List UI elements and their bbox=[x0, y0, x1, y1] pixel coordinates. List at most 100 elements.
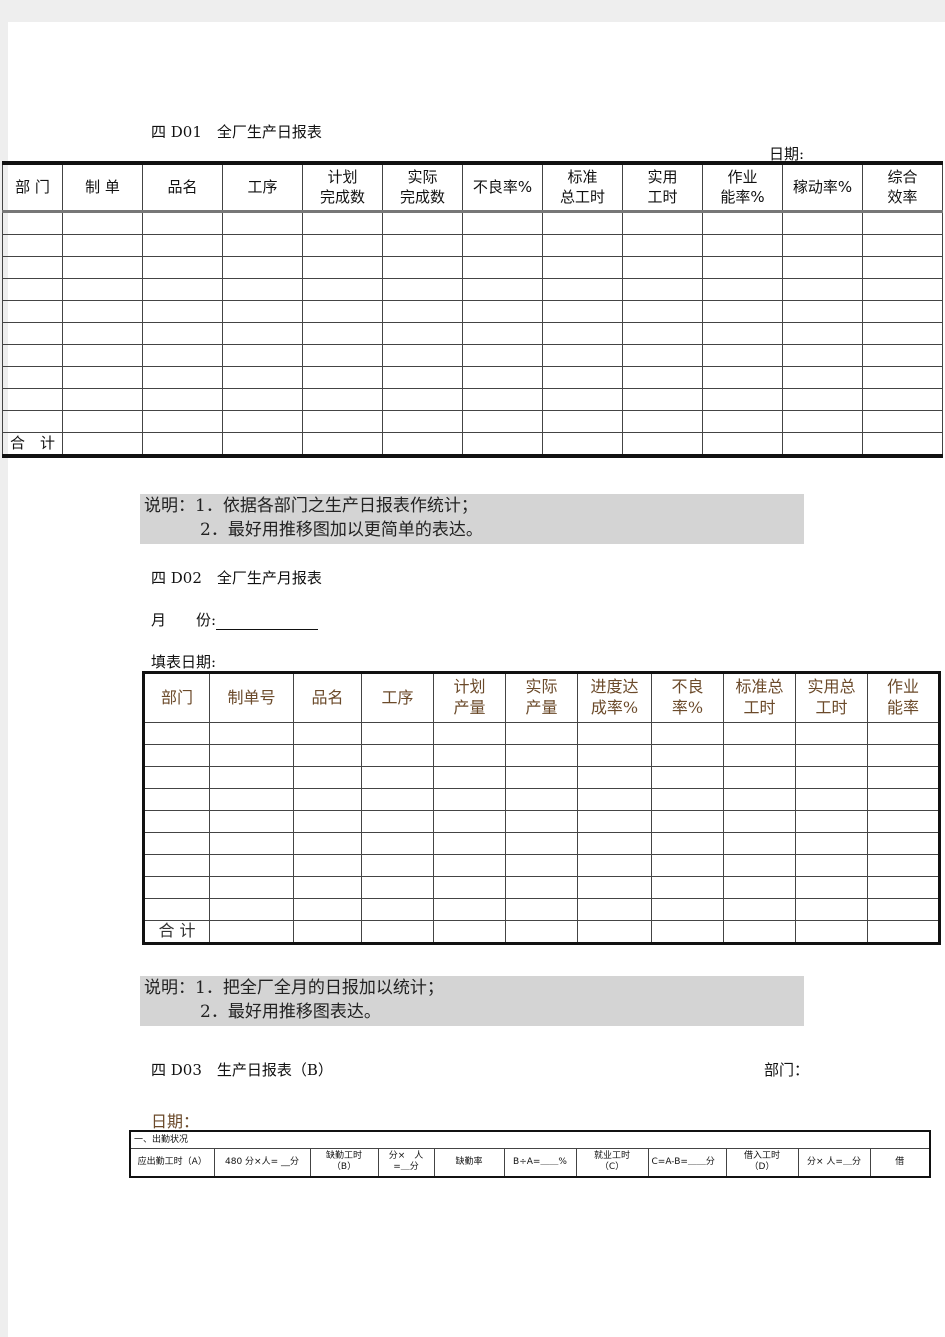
table-cell[interactable] bbox=[542, 388, 623, 411]
table-cell[interactable] bbox=[433, 832, 506, 855]
table-cell[interactable] bbox=[542, 234, 623, 257]
table-cell[interactable] bbox=[867, 810, 940, 833]
table-cell[interactable] bbox=[209, 832, 294, 855]
table-cell[interactable] bbox=[433, 722, 506, 745]
table-cell[interactable] bbox=[142, 256, 223, 279]
table-cell[interactable] bbox=[651, 920, 724, 944]
table-cell[interactable] bbox=[293, 832, 362, 855]
table-cell[interactable] bbox=[795, 788, 868, 811]
table-cell[interactable] bbox=[795, 898, 868, 921]
table-cell[interactable] bbox=[867, 920, 940, 944]
table-cell[interactable] bbox=[462, 388, 543, 411]
table-cell[interactable] bbox=[433, 876, 506, 899]
table-cell[interactable] bbox=[462, 234, 543, 257]
table-cell[interactable] bbox=[462, 256, 543, 279]
table-cell[interactable] bbox=[782, 256, 863, 279]
table-cell[interactable] bbox=[862, 278, 943, 301]
table-cell[interactable] bbox=[505, 832, 578, 855]
table-cell[interactable] bbox=[302, 211, 383, 235]
table-cell[interactable] bbox=[2, 388, 63, 411]
table-cell[interactable] bbox=[723, 722, 796, 745]
table-cell[interactable] bbox=[702, 234, 783, 257]
table-cell[interactable] bbox=[542, 211, 623, 235]
table-cell[interactable] bbox=[542, 278, 623, 301]
table-cell[interactable] bbox=[142, 388, 223, 411]
table-cell[interactable] bbox=[782, 234, 863, 257]
table-cell[interactable] bbox=[651, 898, 724, 921]
table-cell[interactable] bbox=[462, 344, 543, 367]
table-cell[interactable] bbox=[142, 278, 223, 301]
table-cell[interactable] bbox=[142, 432, 223, 457]
table-cell[interactable] bbox=[142, 366, 223, 389]
table-cell[interactable] bbox=[577, 722, 652, 745]
table-cell[interactable] bbox=[2, 344, 63, 367]
table-cell[interactable] bbox=[433, 766, 506, 789]
table-cell[interactable] bbox=[867, 876, 940, 899]
table-cell[interactable] bbox=[862, 300, 943, 323]
table-cell[interactable] bbox=[143, 810, 210, 833]
table-cell[interactable] bbox=[782, 300, 863, 323]
table-cell[interactable] bbox=[433, 920, 506, 944]
table-cell[interactable] bbox=[143, 832, 210, 855]
table-cell[interactable] bbox=[209, 920, 294, 944]
table-cell[interactable] bbox=[723, 766, 796, 789]
table-cell[interactable] bbox=[361, 788, 434, 811]
table-cell[interactable] bbox=[862, 234, 943, 257]
table-cell[interactable] bbox=[782, 278, 863, 301]
table-cell[interactable] bbox=[62, 344, 143, 367]
table-cell[interactable] bbox=[62, 388, 143, 411]
table-cell[interactable] bbox=[862, 211, 943, 235]
table-cell[interactable] bbox=[222, 322, 303, 345]
table-cell[interactable] bbox=[702, 278, 783, 301]
table-cell[interactable] bbox=[293, 854, 362, 877]
table-cell[interactable] bbox=[382, 432, 463, 457]
table-cell[interactable] bbox=[723, 788, 796, 811]
table-cell[interactable] bbox=[209, 744, 294, 767]
table-cell[interactable] bbox=[382, 234, 463, 257]
table-cell[interactable] bbox=[209, 854, 294, 877]
table-cell[interactable] bbox=[462, 432, 543, 457]
table-cell[interactable] bbox=[651, 854, 724, 877]
table-cell[interactable] bbox=[382, 256, 463, 279]
table-cell[interactable] bbox=[2, 366, 63, 389]
table-cell[interactable] bbox=[782, 410, 863, 433]
table-cell[interactable] bbox=[577, 788, 652, 811]
table-cell[interactable] bbox=[862, 366, 943, 389]
table-cell[interactable] bbox=[2, 256, 63, 279]
table-cell[interactable] bbox=[222, 388, 303, 411]
table-cell[interactable] bbox=[209, 788, 294, 811]
table-cell[interactable] bbox=[209, 810, 294, 833]
table-cell[interactable] bbox=[302, 300, 383, 323]
table-cell[interactable] bbox=[795, 744, 868, 767]
table-cell[interactable] bbox=[795, 722, 868, 745]
table-cell[interactable] bbox=[867, 832, 940, 855]
table-cell[interactable] bbox=[651, 876, 724, 899]
table-cell[interactable] bbox=[462, 410, 543, 433]
table-cell[interactable] bbox=[622, 410, 703, 433]
d02-month-blank[interactable] bbox=[216, 613, 319, 630]
table-cell[interactable] bbox=[505, 854, 578, 877]
table-cell[interactable] bbox=[222, 234, 303, 257]
table-cell[interactable] bbox=[782, 211, 863, 235]
table-cell[interactable] bbox=[862, 256, 943, 279]
table-cell[interactable] bbox=[361, 920, 434, 944]
table-cell[interactable] bbox=[867, 898, 940, 921]
table-cell[interactable] bbox=[143, 898, 210, 921]
table-cell[interactable] bbox=[622, 278, 703, 301]
table-cell[interactable] bbox=[577, 810, 652, 833]
table-cell[interactable] bbox=[723, 854, 796, 877]
table-cell[interactable] bbox=[862, 322, 943, 345]
table-cell[interactable] bbox=[2, 300, 63, 323]
table-cell[interactable] bbox=[142, 322, 223, 345]
table-cell[interactable] bbox=[2, 211, 63, 235]
table-cell[interactable] bbox=[142, 211, 223, 235]
table-cell[interactable] bbox=[462, 322, 543, 345]
table-cell[interactable] bbox=[62, 432, 143, 457]
table-cell[interactable] bbox=[293, 788, 362, 811]
table-cell[interactable] bbox=[433, 744, 506, 767]
table-cell[interactable] bbox=[209, 898, 294, 921]
table-cell[interactable] bbox=[702, 388, 783, 411]
table-cell[interactable] bbox=[2, 234, 63, 257]
table-cell[interactable] bbox=[222, 256, 303, 279]
table-cell[interactable] bbox=[651, 722, 724, 745]
